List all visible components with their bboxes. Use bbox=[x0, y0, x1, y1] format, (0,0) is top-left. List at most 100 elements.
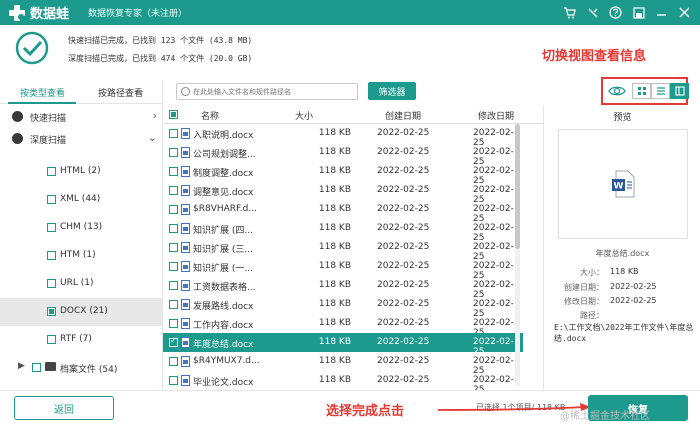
view-mode-tabs: 按类型查看 按路径查看 bbox=[0, 80, 163, 104]
table-row[interactable]: 发展路线.docx 118 KB 2022-02-25 2022-02-25 bbox=[163, 295, 523, 319]
archive-folder-icon bbox=[45, 362, 56, 371]
cell-size: 118 KB bbox=[318, 185, 351, 195]
cell-name: $R8VHARF.d... bbox=[193, 204, 257, 214]
close-icon[interactable] bbox=[675, 3, 694, 22]
docx-file-icon bbox=[181, 337, 190, 348]
type-checkbox[interactable] bbox=[47, 167, 56, 176]
cell-size: 118 KB bbox=[318, 280, 351, 290]
check-circle-icon[interactable] bbox=[12, 133, 23, 144]
table-row[interactable]: 工资数据表格... 118 KB 2022-02-25 2022-02-25 bbox=[163, 276, 523, 300]
cell-ctime: 2022-02-25 bbox=[377, 375, 430, 385]
search-box bbox=[176, 83, 358, 100]
preview-ctime-value: 2022-02-25 bbox=[610, 282, 657, 291]
type-item-chm[interactable]: CHM (13) bbox=[0, 214, 162, 242]
table-row[interactable]: $R8VHARF.d... 118 KB 2022-02-25 2022-02-25 bbox=[163, 200, 523, 224]
detail-view-button[interactable] bbox=[670, 83, 689, 99]
app-name: 数据蛙 bbox=[30, 7, 70, 22]
type-item-xml[interactable]: XML (44) bbox=[0, 186, 162, 214]
row-checkbox[interactable] bbox=[169, 376, 178, 385]
tab-by-type[interactable]: 按类型查看 bbox=[20, 86, 65, 99]
list-view-button[interactable] bbox=[651, 83, 670, 99]
annotation-switch-view: 切换视图查看信息 bbox=[542, 49, 647, 64]
eye-icon[interactable] bbox=[608, 84, 626, 98]
scan-group-quick[interactable]: 快速扫描 › bbox=[0, 106, 163, 126]
type-label: URL (1) bbox=[60, 278, 94, 288]
type-checkbox[interactable] bbox=[47, 251, 56, 260]
row-checkbox[interactable] bbox=[169, 336, 178, 347]
col-header-size[interactable]: 大小 bbox=[295, 109, 313, 122]
select-all-checkbox[interactable] bbox=[169, 110, 178, 119]
chevron-down-icon[interactable]: ⌄ bbox=[148, 131, 157, 144]
row-checkbox[interactable] bbox=[169, 300, 178, 309]
table-header: 名称 大小 创建日期 修改日期 bbox=[163, 105, 543, 124]
row-checkbox[interactable] bbox=[169, 357, 178, 366]
row-checkbox[interactable] bbox=[169, 129, 178, 138]
type-item-archive[interactable]: ▶ 档案文件 (54) bbox=[0, 354, 162, 382]
scan-group-deep[interactable]: 深度扫描 ⌄ bbox=[0, 128, 163, 148]
chevron-right-icon[interactable]: › bbox=[153, 109, 157, 122]
type-checkbox[interactable] bbox=[47, 335, 56, 344]
type-checkbox[interactable] bbox=[47, 279, 56, 288]
row-checkbox[interactable] bbox=[169, 281, 178, 290]
settings-icon[interactable] bbox=[583, 3, 602, 22]
cell-ctime: 2022-02-25 bbox=[377, 204, 430, 214]
table-row[interactable]: 入职说明.docx 118 KB 2022-02-25 2022-02-25 bbox=[163, 124, 523, 148]
table-row[interactable]: 知识扩展 (一... 118 KB 2022-02-25 2022-02-25 bbox=[163, 257, 523, 281]
cell-ctime: 2022-02-25 bbox=[377, 166, 430, 176]
type-item-url[interactable]: URL (1) bbox=[0, 270, 162, 298]
row-checkbox[interactable] bbox=[169, 186, 178, 195]
tab-by-path[interactable]: 按路径查看 bbox=[98, 86, 143, 99]
cell-name: 发展路线.docx bbox=[193, 302, 254, 312]
row-checkbox[interactable] bbox=[169, 224, 178, 233]
type-item-docx[interactable]: DOCX (21) bbox=[0, 298, 162, 326]
row-checkbox[interactable] bbox=[169, 262, 178, 271]
type-checkbox[interactable] bbox=[32, 363, 41, 372]
row-checkbox[interactable] bbox=[169, 243, 178, 252]
row-checkbox[interactable] bbox=[169, 205, 178, 214]
type-item-rtf[interactable]: RTF (7) bbox=[0, 326, 162, 354]
type-checkbox[interactable] bbox=[47, 223, 56, 232]
row-checkbox[interactable] bbox=[169, 167, 178, 176]
preview-title: 预览 bbox=[613, 113, 632, 123]
docx-file-icon bbox=[181, 147, 190, 158]
table-row[interactable]: 知识扩展 (四... 118 KB 2022-02-25 2022-02-25 bbox=[163, 219, 523, 243]
row-checkbox[interactable] bbox=[169, 319, 178, 328]
help-icon[interactable] bbox=[606, 3, 625, 22]
scrollbar-thumb[interactable] bbox=[515, 124, 520, 249]
preview-mtime-value: 2022-02-25 bbox=[610, 296, 657, 305]
check-circle-icon[interactable] bbox=[12, 111, 23, 122]
row-checkbox[interactable] bbox=[169, 148, 178, 157]
category-panel: 按类型查看 按路径查看 快速扫描 › 深度扫描 ⌄ HTML (2) XML (… bbox=[0, 80, 163, 390]
save-icon[interactable] bbox=[629, 3, 648, 22]
table-row[interactable]: $R4YMUX7.d... 118 KB 2022-02-25 2022-02-25 bbox=[163, 352, 523, 376]
app-subtitle: 数据恢复专家（未注册） bbox=[88, 9, 188, 19]
type-item-htm[interactable]: HTM (1) bbox=[0, 242, 162, 270]
table-row[interactable]: 年度总结.docx118 KB2022-02-252022-02-25 bbox=[163, 333, 523, 357]
grid-view-button[interactable] bbox=[632, 83, 651, 99]
minimize-icon[interactable] bbox=[652, 3, 671, 22]
table-scrollbar[interactable] bbox=[515, 124, 520, 386]
cell-name: 制度调整.docx bbox=[193, 169, 254, 179]
col-header-name[interactable]: 名称 bbox=[201, 109, 219, 122]
docx-file-icon bbox=[181, 204, 190, 215]
table-row[interactable]: 公司规划调整... 118 KB 2022-02-25 2022-02-25 bbox=[163, 143, 523, 167]
back-button[interactable]: 返回 bbox=[14, 396, 114, 420]
cart-icon[interactable] bbox=[560, 3, 579, 22]
search-input[interactable] bbox=[193, 85, 353, 99]
table-row[interactable]: 调整意见.docx 118 KB 2022-02-25 2022-02-25 bbox=[163, 181, 523, 205]
filter-button[interactable]: 筛选器 bbox=[368, 82, 416, 100]
col-header-ctime[interactable]: 创建日期 bbox=[385, 109, 421, 122]
type-checkbox[interactable] bbox=[47, 307, 56, 316]
table-row[interactable]: 制度调整.docx 118 KB 2022-02-25 2022-02-25 bbox=[163, 162, 523, 186]
table-row[interactable]: 工作内容.docx118 KB2022-02-252022-02-25 bbox=[163, 314, 523, 338]
expand-arrow-icon[interactable]: ▶ bbox=[18, 361, 25, 371]
cell-size: 118 KB bbox=[318, 128, 351, 138]
table-row[interactable]: 毕业论文.docx118 KB2022-02-252022-02-25 bbox=[163, 371, 523, 395]
type-checkbox[interactable] bbox=[47, 195, 56, 204]
docx-file-icon bbox=[181, 223, 190, 234]
cell-name: 入职说明.docx bbox=[193, 131, 254, 141]
table-row[interactable]: 知识扩展 (三... 118 KB 2022-02-25 2022-02-25 bbox=[163, 238, 523, 262]
title-bar: 数据蛙 数据恢复专家（未注册） bbox=[0, 0, 700, 25]
type-item-html[interactable]: HTML (2) bbox=[0, 158, 162, 186]
col-header-mtime[interactable]: 修改日期 bbox=[478, 109, 514, 122]
